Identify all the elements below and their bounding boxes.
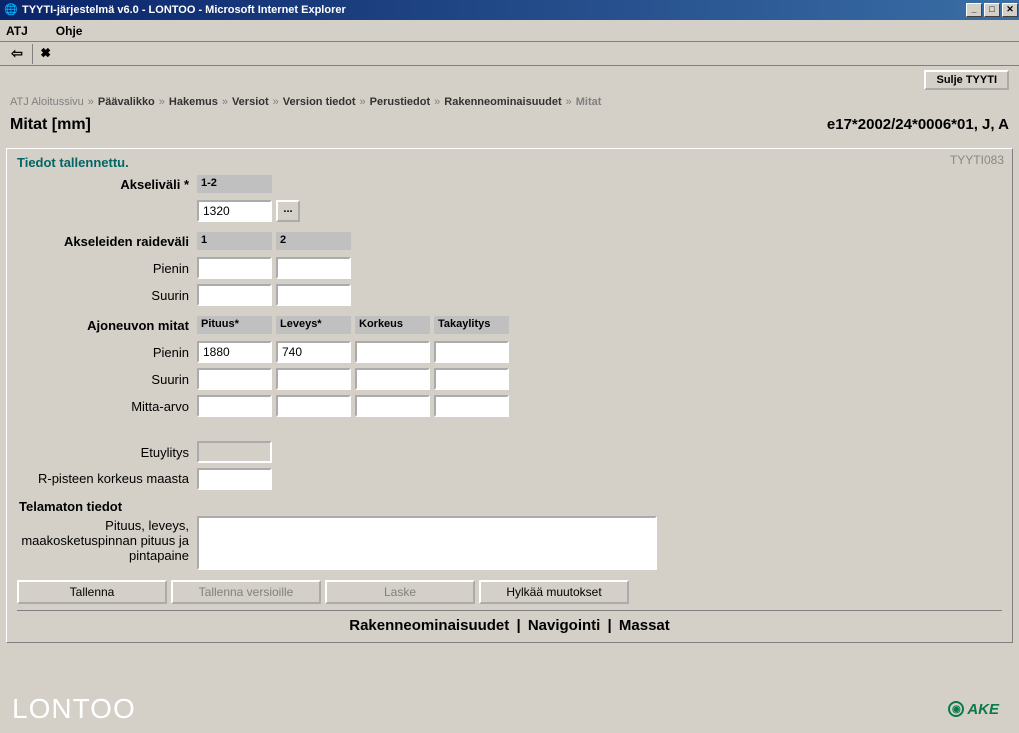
- stop-icon[interactable]: 🞮: [32, 44, 54, 64]
- input-korkeus-suurin[interactable]: [355, 368, 430, 390]
- label-mitta-arvo: Mitta-arvo: [17, 399, 197, 414]
- ie-icon: 🌐: [4, 3, 18, 17]
- link-rakenne[interactable]: Rakenneominaisuudet: [349, 617, 509, 634]
- footer-logo: LONTOO: [12, 693, 136, 725]
- label-suurin: Suurin: [17, 288, 197, 303]
- window-title: TYYTI-järjestelmä v6.0 - LONTOO - Micros…: [22, 4, 346, 16]
- tallenna-versioille-button[interactable]: Tallenna versioille: [171, 580, 321, 604]
- breadcrumb-item-current: Mitat: [576, 96, 602, 108]
- input-takaylitys-pienin[interactable]: [434, 341, 509, 363]
- breadcrumb-item[interactable]: Perustiedot: [370, 96, 431, 108]
- breadcrumb-item[interactable]: Päävalikko: [98, 96, 155, 108]
- breadcrumb-item[interactable]: Version tiedot: [283, 96, 356, 108]
- laske-button[interactable]: Laske: [325, 580, 475, 604]
- tallenna-button[interactable]: Tallenna: [17, 580, 167, 604]
- textarea-telamaton[interactable]: [197, 516, 657, 570]
- button-row: Tallenna Tallenna versioille Laske Hylkä…: [17, 580, 1002, 611]
- sulje-tyyti-button[interactable]: Sulje TYYTI: [924, 70, 1009, 90]
- menu-ohje[interactable]: Ohje: [56, 24, 83, 38]
- input-leveys-mitta[interactable]: [276, 395, 351, 417]
- colhead-takaylitys: Takaylitys: [434, 316, 509, 334]
- label-ajoneuvo: Ajoneuvon mitat: [17, 318, 197, 333]
- bottom-links: Rakenneominaisuudet | Navigointi | Massa…: [17, 617, 1002, 634]
- label-suurin: Suurin: [17, 372, 197, 387]
- maximize-button[interactable]: □: [984, 3, 1000, 17]
- breadcrumb-item[interactable]: ATJ Aloitussivu: [10, 96, 84, 108]
- input-leveys-suurin[interactable]: [276, 368, 351, 390]
- section-telamaton: Telamaton tiedot: [19, 499, 1002, 514]
- status-message: Tiedot tallennettu.: [17, 155, 1002, 170]
- input-rpiste[interactable]: [197, 468, 272, 490]
- input-korkeus-pienin[interactable]: [355, 341, 430, 363]
- panel-id: TYYTI083: [950, 153, 1004, 167]
- footer: LONTOO ◉ AKE: [12, 693, 999, 725]
- label-rpiste: R-pisteen korkeus maasta: [17, 472, 197, 486]
- colhead-korkeus: Korkeus: [355, 316, 430, 334]
- breadcrumb: ATJ Aloitussivu » Päävalikko » Hakemus »…: [0, 92, 1019, 116]
- colhead-leveys: Leveys*: [276, 316, 351, 334]
- input-raidevali-2-pienin[interactable]: [276, 257, 351, 279]
- input-akselivali[interactable]: [197, 200, 272, 222]
- menu-atj[interactable]: ATJ: [6, 24, 28, 38]
- page-title: Mitat [mm]: [10, 116, 91, 134]
- breadcrumb-item[interactable]: Hakemus: [169, 96, 218, 108]
- label-pienin: Pienin: [17, 261, 197, 276]
- label-telamaton: Pituus, leveys, maakosketuspinnan pituus…: [17, 516, 197, 563]
- input-korkeus-mitta[interactable]: [355, 395, 430, 417]
- label-akselivali: Akseliväli *: [17, 177, 197, 192]
- label-etuylitys: Etuylitys: [17, 445, 197, 460]
- ake-logo: ◉ AKE: [948, 701, 999, 718]
- ellipsis-button[interactable]: ...: [276, 200, 300, 222]
- input-pituus-pienin[interactable]: [197, 341, 272, 363]
- close-button[interactable]: ✕: [1002, 3, 1018, 17]
- form-panel: TYYTI083 Tiedot tallennettu. Akseliväli …: [6, 148, 1013, 643]
- ake-icon: ◉: [948, 701, 964, 717]
- input-leveys-pienin[interactable]: [276, 341, 351, 363]
- menubar: ATJ Ohje: [0, 20, 1019, 42]
- page-header: Mitat [mm] e17*2002/24*0006*01, J, A: [0, 116, 1019, 148]
- label-pienin: Pienin: [17, 345, 197, 360]
- input-pituus-mitta[interactable]: [197, 395, 272, 417]
- link-navigointi[interactable]: Navigointi: [528, 617, 601, 634]
- hylkaa-button[interactable]: Hylkää muutokset: [479, 580, 629, 604]
- page-code: e17*2002/24*0006*01, J, A: [827, 116, 1009, 133]
- back-icon[interactable]: ⇦: [6, 44, 28, 64]
- breadcrumb-item[interactable]: Versiot: [232, 96, 269, 108]
- colhead-pituus: Pituus*: [197, 316, 272, 334]
- minimize-button[interactable]: _: [966, 3, 982, 17]
- input-takaylitys-mitta[interactable]: [434, 395, 509, 417]
- colhead-akselivali-1-2: 1-2: [197, 175, 272, 193]
- input-raidevali-2-suurin[interactable]: [276, 284, 351, 306]
- toolbar: ⇦ 🞮: [0, 42, 1019, 66]
- input-raidevali-1-pienin[interactable]: [197, 257, 272, 279]
- colhead-1: 1: [197, 232, 272, 250]
- colhead-2: 2: [276, 232, 351, 250]
- window-titlebar: 🌐 TYYTI-järjestelmä v6.0 - LONTOO - Micr…: [0, 0, 1019, 20]
- top-bar: Sulje TYYTI: [0, 66, 1019, 92]
- breadcrumb-item[interactable]: Rakenneominaisuudet: [444, 96, 561, 108]
- link-massat[interactable]: Massat: [619, 617, 670, 634]
- label-raidevali: Akseleiden raideväli: [17, 234, 197, 249]
- input-takaylitys-suurin[interactable]: [434, 368, 509, 390]
- input-pituus-suurin[interactable]: [197, 368, 272, 390]
- readonly-etuylitys: [197, 441, 272, 463]
- input-raidevali-1-suurin[interactable]: [197, 284, 272, 306]
